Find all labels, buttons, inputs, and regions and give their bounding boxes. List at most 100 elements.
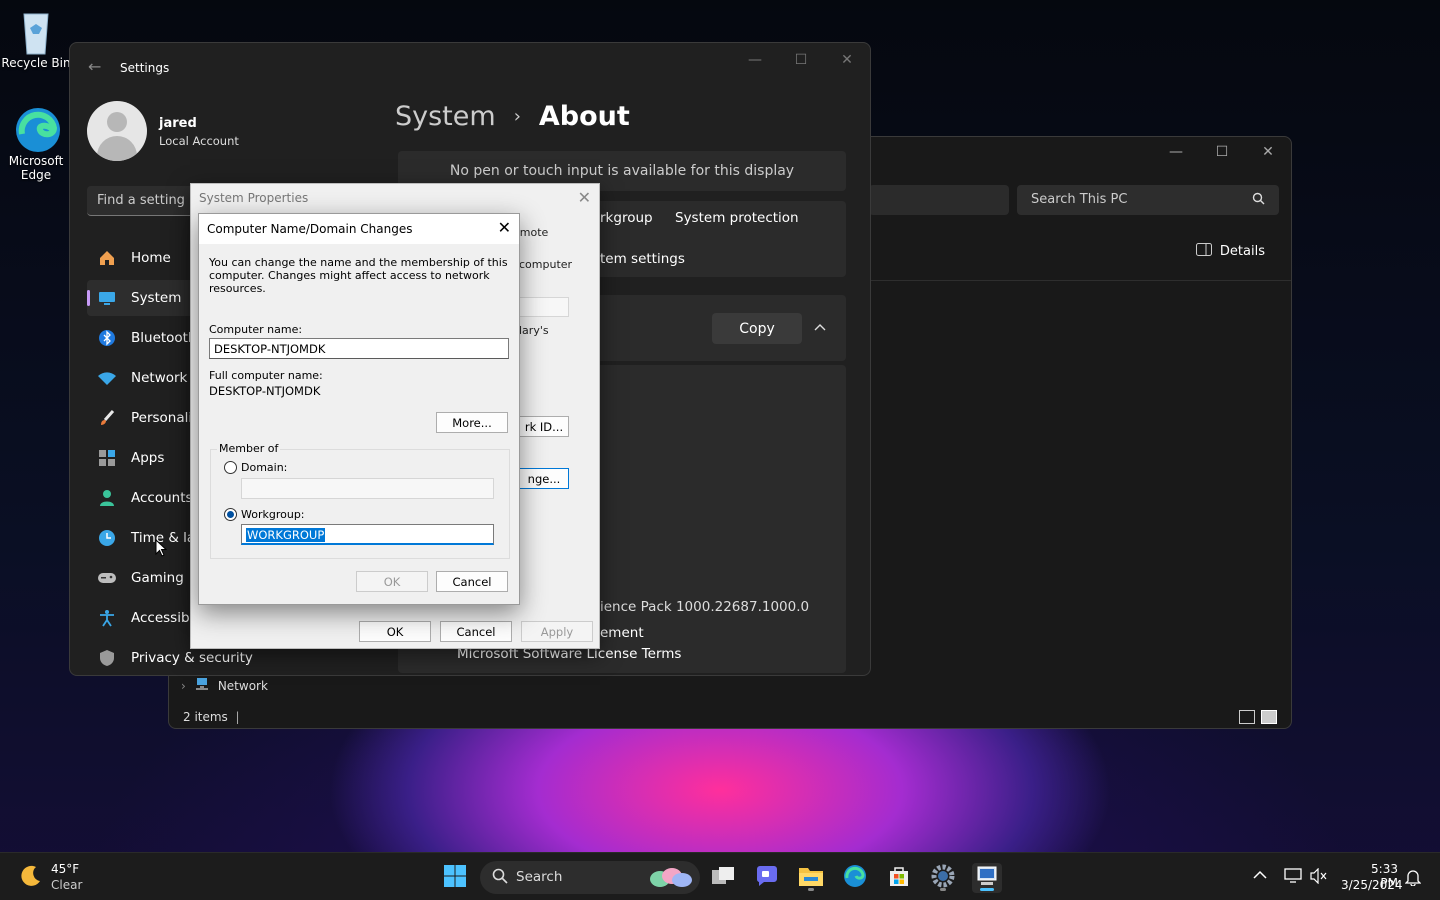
link-system-protection[interactable]: System protection: [675, 210, 799, 226]
chat-button[interactable]: [752, 863, 782, 893]
chevron-right-icon: ›: [513, 106, 521, 127]
account-type: Local Account: [159, 134, 239, 148]
workgroup-input[interactable]: WORKGROUP: [241, 524, 494, 545]
desktop-icon-edge[interactable]: Microsoft Edge: [0, 106, 72, 182]
cancel-button[interactable]: Cancel: [440, 621, 512, 642]
running-indicator: [808, 888, 814, 891]
clock-date[interactable]: 3/25/2024: [1341, 878, 1403, 892]
breadcrumb: System › About: [395, 101, 630, 132]
breadcrumb-parent[interactable]: System: [395, 101, 496, 132]
wifi-icon: [97, 368, 117, 388]
workgroup-label: Workgroup:: [241, 508, 305, 521]
shield-icon: [97, 648, 117, 668]
close-button[interactable]: ✕: [1245, 137, 1291, 167]
desktop-icon-label: Recycle Bin: [1, 56, 71, 70]
copy-button[interactable]: Copy: [712, 313, 802, 344]
computer-name-dialog[interactable]: Computer Name/Domain Changes ✕ You can c…: [198, 213, 520, 605]
network-status-icon[interactable]: [1284, 868, 1302, 888]
domain-input[interactable]: [241, 478, 494, 499]
edge-button[interactable]: [840, 863, 870, 893]
description-field[interactable]: [519, 297, 569, 317]
change-button[interactable]: nge...: [519, 468, 569, 489]
task-view-button[interactable]: [708, 863, 738, 893]
chevron-up-icon[interactable]: [1253, 869, 1267, 884]
details-pane-icon: [1195, 243, 1212, 260]
nav-label: Apps: [131, 450, 165, 466]
running-indicator: [980, 888, 994, 891]
desktop-icon-recycle-bin[interactable]: Recycle Bin: [0, 8, 72, 70]
domain-radio[interactable]: [224, 461, 237, 474]
apps-icon: [97, 448, 117, 468]
weather-moon-icon: [18, 863, 44, 893]
close-icon[interactable]: ✕: [498, 218, 511, 237]
details-view-icon[interactable]: [1239, 710, 1255, 724]
apply-button[interactable]: Apply: [521, 621, 593, 642]
close-icon[interactable]: ✕: [578, 188, 591, 207]
task-view-icon: [711, 866, 735, 890]
search-icon: [492, 868, 508, 888]
dialog-title: Computer Name/Domain Changes: [207, 222, 413, 236]
bluetooth-icon: [97, 328, 117, 348]
nav-network-label: Network: [217, 678, 268, 693]
search-icon: [1252, 192, 1265, 209]
link-workgroup[interactable]: rkgroup: [600, 210, 653, 226]
network-id-button[interactable]: rk ID...: [519, 416, 569, 437]
computer-name-input[interactable]: DESKTOP-NTJOMDK: [209, 338, 509, 359]
cancel-button[interactable]: Cancel: [436, 571, 508, 592]
ok-button[interactable]: OK: [359, 621, 431, 642]
taskbar: 45°F Clear Search 5:33 PM 3/25/2024: [0, 852, 1440, 900]
teams-chat-icon: [755, 865, 779, 891]
nav-label: Home: [131, 250, 171, 266]
taskbar-search[interactable]: Search: [480, 861, 700, 894]
computer-name-label: Computer name:: [209, 323, 303, 336]
store-button[interactable]: [884, 863, 914, 893]
settings-button[interactable]: [928, 863, 958, 893]
nav-label: Privacy & security: [131, 650, 253, 666]
dialog-titlebar: Computer Name/Domain Changes ✕: [199, 214, 519, 244]
example-fragment: lary's: [519, 324, 549, 337]
details-button[interactable]: Details: [1195, 243, 1265, 260]
desktop-icon-label: Microsoft Edge: [8, 154, 64, 182]
avatar[interactable]: [87, 101, 147, 161]
search-placeholder: Search This PC: [1031, 192, 1128, 207]
large-icons-view-icon[interactable]: [1261, 710, 1277, 724]
store-icon: [887, 864, 911, 892]
minimize-button[interactable]: —: [732, 45, 778, 75]
find-setting-input[interactable]: Find a setting: [87, 186, 207, 216]
notification-bell-icon[interactable]: [1404, 868, 1422, 890]
recycle-bin-icon: [14, 8, 58, 55]
system-icon: [97, 288, 117, 308]
find-placeholder: Find a setting: [97, 193, 185, 208]
back-arrow-icon[interactable]: ←: [88, 57, 101, 76]
nav-pane-network[interactable]: › Network: [181, 677, 268, 694]
maximize-button[interactable]: ☐: [1199, 137, 1245, 167]
address-bar[interactable]: [869, 185, 1009, 215]
window-title: Settings: [120, 61, 170, 75]
nav-label: Bluetooth: [131, 330, 197, 346]
chevron-up-icon[interactable]: [814, 319, 826, 335]
explorer-search-input[interactable]: Search This PC: [1017, 185, 1279, 215]
tab-remote[interactable]: emote: [513, 226, 563, 239]
description-fragment: computer: [519, 258, 573, 271]
edge-icon: [14, 106, 60, 152]
close-button[interactable]: ✕: [824, 45, 870, 75]
nav-label: Personaliz: [131, 410, 200, 426]
workgroup-radio[interactable]: [224, 508, 237, 521]
accounts-icon: [97, 488, 117, 508]
search-label: Search: [516, 869, 563, 885]
nav-label: Gaming: [131, 570, 184, 586]
maximize-button[interactable]: ☐: [778, 45, 824, 75]
file-explorer-button[interactable]: [796, 863, 826, 893]
weather-temp[interactable]: 45°F: [51, 862, 79, 876]
ok-button[interactable]: OK: [356, 571, 428, 592]
start-button[interactable]: [440, 863, 470, 893]
nav-label: System: [131, 290, 182, 306]
link-services-agreement[interactable]: ement: [600, 625, 644, 641]
system-properties-button[interactable]: [972, 863, 1002, 893]
weather-condition[interactable]: Clear: [51, 878, 82, 892]
more-button[interactable]: More...: [436, 412, 508, 433]
link-advanced-system-settings[interactable]: tem settings: [600, 251, 685, 267]
gamepad-icon: [97, 568, 117, 588]
volume-muted-icon[interactable]: [1310, 867, 1328, 888]
minimize-button[interactable]: —: [1153, 137, 1199, 167]
